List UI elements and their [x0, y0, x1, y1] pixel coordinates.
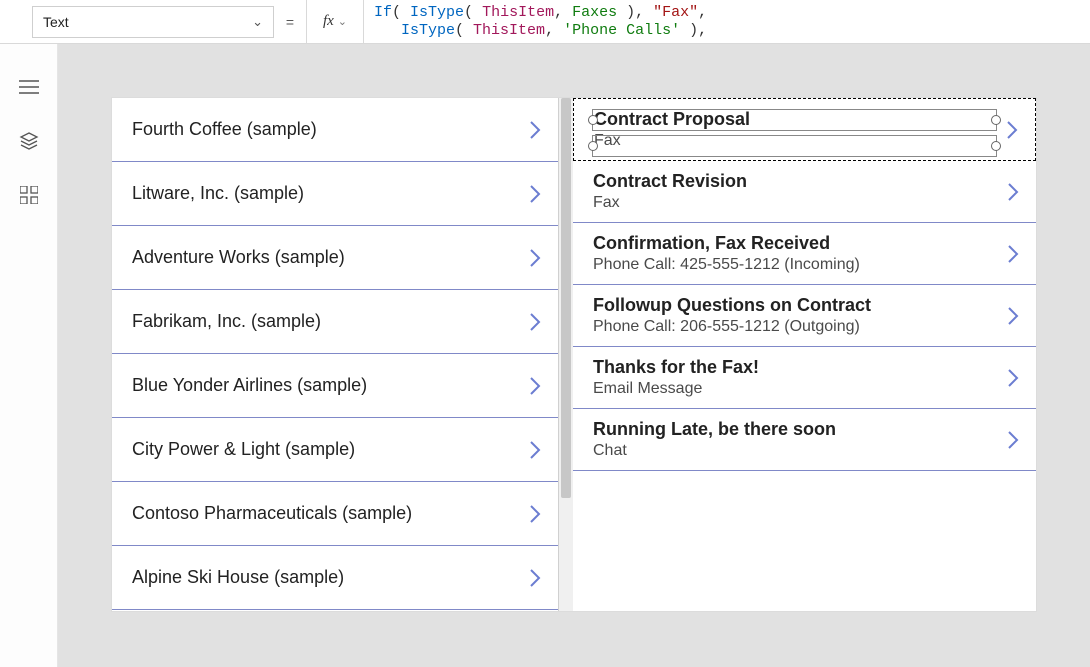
chevron-down-icon: ⌄	[252, 14, 263, 30]
activity-subtitle: Fax	[593, 194, 747, 212]
activity-subtitle: Phone Call: 206-555-1212 (Outgoing)	[593, 318, 871, 336]
account-list-item[interactable]: Alpine Ski House (sample)	[112, 546, 558, 610]
left-rail	[0, 44, 58, 667]
activity-text: Followup Questions on Contract Phone Call…	[593, 295, 871, 336]
account-list-item[interactable]: Blue Yonder Airlines (sample)	[112, 354, 558, 418]
account-title: Blue Yonder Airlines (sample)	[132, 375, 367, 396]
activity-text: Thanks for the Fax! Email Message	[593, 357, 759, 398]
resize-handle[interactable]	[991, 115, 1001, 125]
chevron-right-icon[interactable]	[528, 374, 542, 398]
canvas-area: Fourth Coffee (sample) Litware, Inc. (sam…	[58, 44, 1090, 667]
chevron-right-icon[interactable]	[1006, 180, 1020, 204]
scrollbar-thumb[interactable]	[561, 98, 571, 498]
activity-text: Contract Proposal Fax	[594, 109, 750, 150]
chevron-right-icon[interactable]	[1005, 118, 1019, 142]
chevron-right-icon[interactable]	[1006, 242, 1020, 266]
formula-bar: Text ⌄ = fx ⌄ If( IsType( ThisItem, Faxe…	[0, 0, 1090, 44]
activity-subtitle: Chat	[593, 442, 836, 460]
accounts-gallery[interactable]: Fourth Coffee (sample) Litware, Inc. (sam…	[112, 98, 559, 611]
activities-gallery[interactable]: Contract Proposal Fax Contract Revision Fax…	[573, 98, 1036, 611]
chevron-right-icon[interactable]	[528, 182, 542, 206]
account-title: Fabrikam, Inc. (sample)	[132, 311, 321, 332]
equals-label: =	[274, 14, 306, 30]
activity-list-item[interactable]: Running Late, be there soon Chat	[573, 409, 1036, 471]
layers-icon[interactable]	[18, 130, 40, 152]
chevron-right-icon[interactable]	[528, 566, 542, 590]
account-list-item[interactable]: City Power & Light (sample)	[112, 418, 558, 482]
formula-input[interactable]: If( IsType( ThisItem, Faxes ), "Fax", Is…	[364, 0, 1090, 44]
account-list-item[interactable]: Contoso Pharmaceuticals (sample)	[112, 482, 558, 546]
activity-subtitle: Phone Call: 425-555-1212 (Incoming)	[593, 256, 860, 274]
account-title: Contoso Pharmaceuticals (sample)	[132, 503, 412, 524]
account-list-item[interactable]: Fabrikam, Inc. (sample)	[112, 290, 558, 354]
activity-text: Confirmation, Fax Received Phone Call: 42…	[593, 233, 860, 274]
activity-list-item[interactable]: Followup Questions on Contract Phone Call…	[573, 285, 1036, 347]
chevron-right-icon[interactable]	[528, 438, 542, 462]
activity-title: Followup Questions on Contract	[593, 295, 871, 316]
activity-title: Contract Revision	[593, 171, 747, 192]
resize-handle[interactable]	[991, 141, 1001, 151]
activity-title: Confirmation, Fax Received	[593, 233, 860, 254]
property-selector-value: Text	[43, 14, 69, 30]
account-list-item[interactable]: Fourth Coffee (sample)	[112, 98, 558, 162]
chevron-right-icon[interactable]	[1006, 366, 1020, 390]
account-title: Litware, Inc. (sample)	[132, 183, 304, 204]
chevron-right-icon[interactable]	[1006, 428, 1020, 452]
chevron-right-icon[interactable]	[528, 246, 542, 270]
activity-list-item[interactable]: Thanks for the Fax! Email Message	[573, 347, 1036, 409]
activity-text: Contract Revision Fax	[593, 171, 747, 212]
chevron-right-icon[interactable]	[528, 502, 542, 526]
property-selector[interactable]: Text ⌄	[32, 6, 274, 38]
activity-list-item[interactable]: Contract Proposal Fax	[573, 98, 1036, 161]
activity-subtitle: Fax	[594, 132, 750, 150]
account-title: City Power & Light (sample)	[132, 439, 355, 460]
chevron-right-icon[interactable]	[528, 118, 542, 142]
activity-title: Running Late, be there soon	[593, 419, 836, 440]
activity-text: Running Late, be there soon Chat	[593, 419, 836, 460]
account-list-item[interactable]: Litware, Inc. (sample)	[112, 162, 558, 226]
fx-label: fx	[323, 13, 334, 30]
chevron-down-icon: ⌄	[338, 15, 347, 28]
activity-subtitle: Email Message	[593, 380, 759, 398]
account-list-item[interactable]: Adventure Works (sample)	[112, 226, 558, 290]
account-title: Adventure Works (sample)	[132, 247, 345, 268]
chevron-right-icon[interactable]	[1006, 304, 1020, 328]
gallery-scrollbar[interactable]	[559, 98, 573, 611]
hamburger-icon[interactable]	[18, 76, 40, 98]
activity-title: Contract Proposal	[594, 109, 750, 130]
account-title: Alpine Ski House (sample)	[132, 567, 344, 588]
fx-dropdown[interactable]: fx ⌄	[306, 0, 364, 44]
activity-list-item[interactable]: Confirmation, Fax Received Phone Call: 42…	[573, 223, 1036, 285]
app-preview: Fourth Coffee (sample) Litware, Inc. (sam…	[112, 98, 1036, 611]
chevron-right-icon[interactable]	[528, 310, 542, 334]
activity-list-item[interactable]: Contract Revision Fax	[573, 161, 1036, 223]
components-icon[interactable]	[18, 184, 40, 206]
activity-title: Thanks for the Fax!	[593, 357, 759, 378]
account-title: Fourth Coffee (sample)	[132, 119, 317, 140]
